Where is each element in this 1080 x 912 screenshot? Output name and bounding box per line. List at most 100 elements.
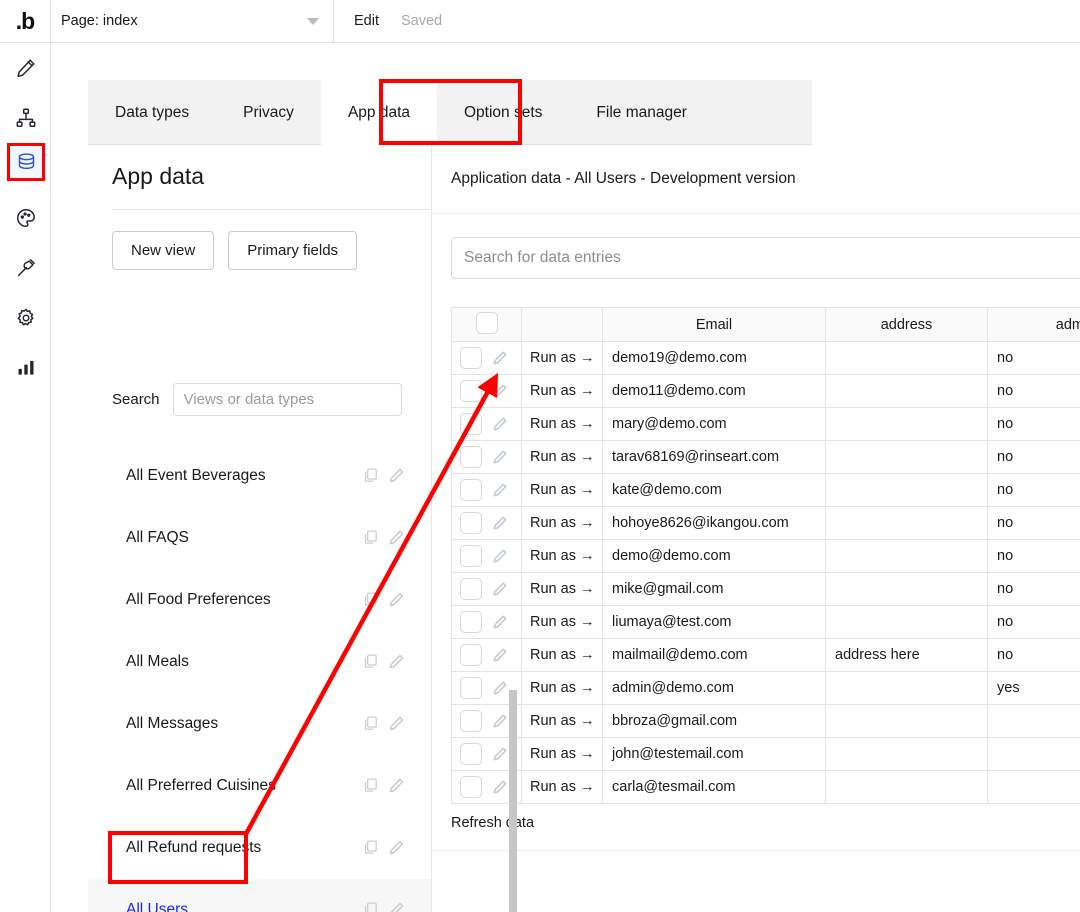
row-checkbox[interactable] xyxy=(460,446,482,468)
duplicate-icon[interactable] xyxy=(362,529,379,546)
row-checkbox[interactable] xyxy=(460,677,482,699)
row-email-cell[interactable]: demo19@demo.com xyxy=(602,341,826,375)
row-edit-pencil-icon[interactable] xyxy=(492,581,508,597)
col-address[interactable]: address xyxy=(825,307,988,342)
row-email-cell[interactable]: bbroza@gmail.com xyxy=(602,704,826,738)
edit-pencil-icon[interactable] xyxy=(388,653,405,670)
row-address-cell[interactable] xyxy=(825,440,988,474)
duplicate-icon[interactable] xyxy=(362,901,379,912)
row-checkbox[interactable] xyxy=(460,743,482,765)
row-address-cell[interactable] xyxy=(825,770,988,804)
row-edit-pencil-icon[interactable] xyxy=(492,713,508,729)
duplicate-icon[interactable] xyxy=(362,591,379,608)
row-email-cell[interactable]: mike@gmail.com xyxy=(602,572,826,606)
table-row[interactable]: Run as → demo11@demo.com no xyxy=(451,374,1080,408)
row-admin-cell[interactable]: no xyxy=(987,440,1080,474)
views-search-input[interactable] xyxy=(172,383,402,416)
row-email-cell[interactable]: john@testemail.com xyxy=(602,737,826,771)
row-email-cell[interactable]: hohoye8626@ikangou.com xyxy=(602,506,826,540)
primary-fields-button[interactable]: Primary fields xyxy=(228,231,358,270)
row-run-as-cell[interactable]: Run as → xyxy=(521,605,603,639)
row-checkbox[interactable] xyxy=(460,413,482,435)
edit-pencil-icon[interactable] xyxy=(388,591,405,608)
view-item-all-messages[interactable]: All Messages xyxy=(88,693,431,755)
tab-app-data[interactable]: App data xyxy=(320,80,437,145)
row-checkbox[interactable] xyxy=(460,578,482,600)
duplicate-icon[interactable] xyxy=(362,715,379,732)
rail-item-data[interactable] xyxy=(7,143,45,181)
row-admin-cell[interactable] xyxy=(987,737,1080,771)
view-item-all-faqs[interactable]: All FAQS xyxy=(88,507,431,569)
view-item-all-event-beverages[interactable]: All Event Beverages xyxy=(88,445,431,507)
row-checkbox[interactable] xyxy=(460,347,482,369)
row-run-as-cell[interactable]: Run as → xyxy=(521,374,603,408)
edit-pencil-icon[interactable] xyxy=(388,777,405,794)
row-checkbox[interactable] xyxy=(460,545,482,567)
view-item-all-users[interactable]: All Users xyxy=(88,879,431,912)
row-admin-cell[interactable]: no xyxy=(987,407,1080,441)
row-checkbox[interactable] xyxy=(460,479,482,501)
row-admin-cell[interactable]: no xyxy=(987,374,1080,408)
row-address-cell[interactable] xyxy=(825,605,988,639)
refresh-data-button[interactable]: Refresh data xyxy=(451,815,534,831)
duplicate-icon[interactable] xyxy=(362,653,379,670)
row-edit-pencil-icon[interactable] xyxy=(492,350,508,366)
table-row[interactable]: Run as → hohoye8626@ikangou.com no xyxy=(451,506,1080,540)
row-admin-cell[interactable]: no xyxy=(987,539,1080,573)
views-list-scrollbar[interactable] xyxy=(509,690,517,912)
table-row[interactable]: Run as → mary@demo.com no xyxy=(451,407,1080,441)
row-admin-cell[interactable]: no xyxy=(987,605,1080,639)
rail-item-settings[interactable] xyxy=(0,293,51,343)
edit-pencil-icon[interactable] xyxy=(388,901,405,912)
row-admin-cell[interactable]: no xyxy=(987,341,1080,375)
tab-data-types[interactable]: Data types xyxy=(88,80,216,145)
row-admin-cell[interactable]: no xyxy=(987,506,1080,540)
rail-item-workflow[interactable] xyxy=(0,93,51,143)
row-admin-cell[interactable] xyxy=(987,704,1080,738)
row-run-as-cell[interactable]: Run as → xyxy=(521,473,603,507)
row-address-cell[interactable] xyxy=(825,737,988,771)
table-row[interactable]: Run as → mike@gmail.com no xyxy=(451,572,1080,606)
view-item-all-refund-requests[interactable]: All Refund requests xyxy=(88,817,431,879)
table-row[interactable]: Run as → carla@tesmail.com xyxy=(451,770,1080,804)
col-email[interactable]: Email xyxy=(602,307,826,342)
select-all-checkbox[interactable] xyxy=(475,311,498,334)
row-admin-cell[interactable]: no xyxy=(987,572,1080,606)
data-entries-search-input[interactable] xyxy=(451,237,1080,279)
row-email-cell[interactable]: admin@demo.com xyxy=(602,671,826,705)
tab-option-sets[interactable]: Option sets xyxy=(437,80,569,145)
rail-item-logs[interactable] xyxy=(0,343,51,393)
row-checkbox[interactable] xyxy=(460,380,482,402)
tab-file-manager[interactable]: File manager xyxy=(569,80,713,145)
table-row[interactable]: Run as → demo@demo.com no xyxy=(451,539,1080,573)
row-edit-pencil-icon[interactable] xyxy=(492,416,508,432)
row-address-cell[interactable] xyxy=(825,374,988,408)
row-edit-pencil-icon[interactable] xyxy=(492,746,508,762)
edit-pencil-icon[interactable] xyxy=(388,529,405,546)
row-checkbox[interactable] xyxy=(460,644,482,666)
row-email-cell[interactable]: mary@demo.com xyxy=(602,407,826,441)
new-view-button[interactable]: New view xyxy=(112,231,215,270)
row-edit-pencil-icon[interactable] xyxy=(492,515,508,531)
row-edit-pencil-icon[interactable] xyxy=(492,383,508,399)
row-address-cell[interactable] xyxy=(825,341,988,375)
table-row[interactable]: Run as → bbroza@gmail.com xyxy=(451,704,1080,738)
table-row[interactable]: Run as → admin@demo.com yes xyxy=(451,671,1080,705)
row-edit-pencil-icon[interactable] xyxy=(492,779,508,795)
table-row[interactable]: Run as → demo19@demo.com no xyxy=(451,341,1080,375)
rail-item-styles[interactable] xyxy=(0,193,51,243)
row-address-cell[interactable] xyxy=(825,539,988,573)
row-admin-cell[interactable]: yes xyxy=(987,671,1080,705)
row-run-as-cell[interactable]: Run as → xyxy=(521,341,603,375)
row-edit-pencil-icon[interactable] xyxy=(492,680,508,696)
row-email-cell[interactable]: demo11@demo.com xyxy=(602,374,826,408)
duplicate-icon[interactable] xyxy=(362,777,379,794)
row-run-as-cell[interactable]: Run as → xyxy=(521,737,603,771)
row-run-as-cell[interactable]: Run as → xyxy=(521,440,603,474)
row-email-cell[interactable]: demo@demo.com xyxy=(602,539,826,573)
row-edit-pencil-icon[interactable] xyxy=(492,482,508,498)
row-run-as-cell[interactable]: Run as → xyxy=(521,506,603,540)
col-admin[interactable]: admin xyxy=(987,307,1080,342)
app-logo[interactable]: .b xyxy=(0,0,51,42)
row-address-cell[interactable] xyxy=(825,572,988,606)
